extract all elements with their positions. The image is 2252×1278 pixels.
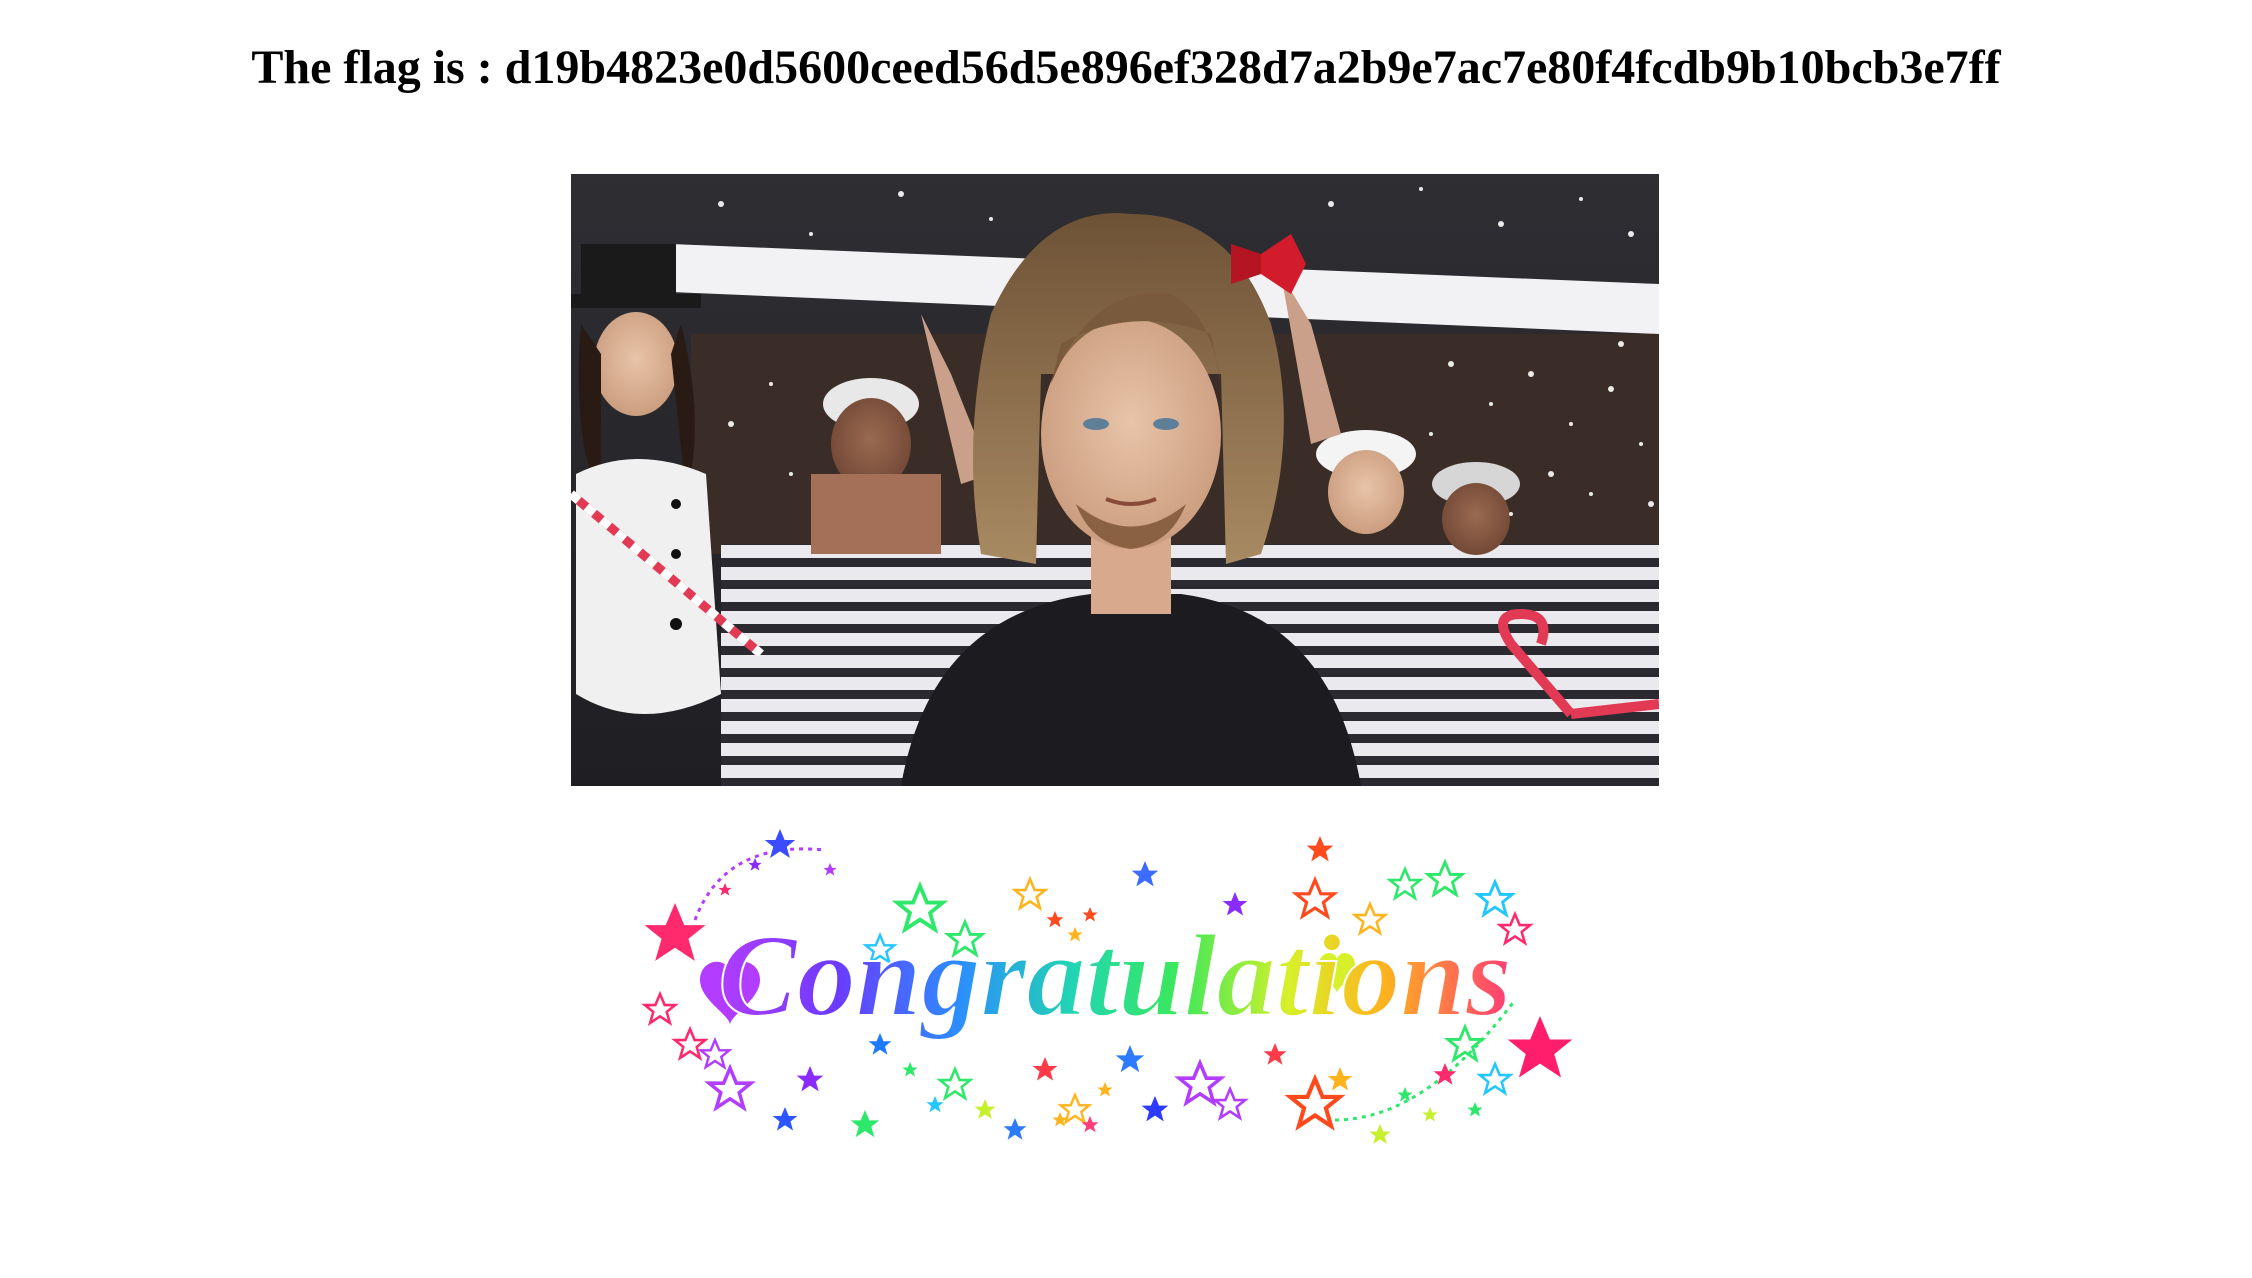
congratulations-banner: Congratulations [635, 820, 1595, 1160]
celebration-gif [571, 174, 1659, 786]
flag-prefix: The flag is : [251, 41, 505, 94]
flag-value: d19b4823e0d5600ceed56d5e896ef328d7a2b9e7… [504, 41, 2001, 94]
flag-heading: The flag is : d19b4823e0d5600ceed56d5e89… [0, 40, 2252, 96]
congratulations-text: Congratulations [718, 910, 1512, 1041]
congratulations-star-banner-icon: Congratulations [643, 829, 1573, 1144]
celebration-photo-icon [571, 174, 1659, 786]
